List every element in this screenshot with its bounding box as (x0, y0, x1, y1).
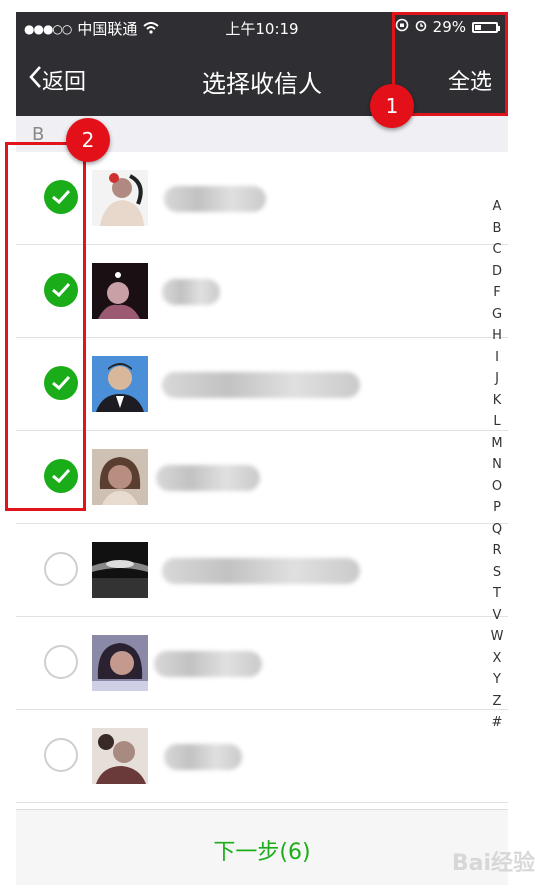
index-letter[interactable]: D (490, 261, 504, 283)
index-letter[interactable]: M (490, 433, 504, 455)
index-letter[interactable]: # (490, 712, 504, 734)
index-letter[interactable]: P (490, 497, 504, 519)
index-letter[interactable]: C (490, 239, 504, 261)
unchecked-circle-icon[interactable] (44, 552, 78, 586)
contact-name-blurred (162, 558, 360, 584)
avatar (92, 170, 148, 226)
contact-name-blurred (154, 651, 262, 677)
annotation-badge-2: 2 (66, 118, 110, 162)
contact-row[interactable] (16, 245, 508, 338)
index-letter[interactable]: G (490, 304, 504, 326)
alphabet-index[interactable]: A B C D F G H I J K L M N O P Q R S T V W X Y Z # (490, 196, 504, 734)
contact-row[interactable] (16, 152, 508, 245)
avatar (92, 356, 148, 412)
avatar (92, 449, 148, 505)
contact-list (16, 152, 508, 803)
index-letter[interactable]: O (490, 476, 504, 498)
contact-name-blurred (164, 744, 242, 770)
index-letter[interactable]: S (490, 562, 504, 584)
annotation-box-2 (5, 142, 86, 511)
contact-name-blurred (162, 279, 220, 305)
index-letter[interactable]: H (490, 325, 504, 347)
next-step-button[interactable]: 下一步(6) (16, 834, 508, 866)
contact-row[interactable] (16, 338, 508, 431)
index-letter[interactable]: F (490, 282, 504, 304)
index-letter[interactable]: T (490, 583, 504, 605)
unchecked-circle-icon[interactable] (44, 645, 78, 679)
contact-name-blurred (162, 372, 360, 398)
contact-name-blurred (156, 465, 260, 491)
contact-row[interactable] (16, 617, 508, 710)
avatar (92, 263, 148, 319)
index-letter[interactable]: L (490, 411, 504, 433)
index-letter[interactable]: J (490, 368, 504, 390)
index-letter[interactable]: V (490, 605, 504, 627)
unchecked-circle-icon[interactable] (44, 738, 78, 772)
watermark: Bai经验 (451, 851, 535, 876)
avatar (92, 728, 148, 784)
bottom-bar: 下一步(6) (16, 809, 508, 885)
index-letter[interactable]: B (490, 218, 504, 240)
avatar (92, 542, 148, 598)
contact-row[interactable] (16, 524, 508, 617)
index-letter[interactable]: N (490, 454, 504, 476)
index-letter[interactable]: Y (490, 669, 504, 691)
index-letter[interactable]: X (490, 648, 504, 670)
avatar (92, 635, 148, 691)
index-letter[interactable]: K (490, 390, 504, 412)
contact-row[interactable] (16, 431, 508, 524)
index-letter[interactable]: W (490, 626, 504, 648)
index-letter[interactable]: I (490, 347, 504, 369)
contact-row[interactable] (16, 710, 508, 803)
index-letter[interactable]: Z (490, 691, 504, 713)
contact-name-blurred (164, 186, 266, 212)
annotation-badge-1: 1 (370, 84, 414, 128)
index-letter[interactable]: R (490, 540, 504, 562)
index-letter[interactable]: Q (490, 519, 504, 541)
index-letter[interactable]: A (490, 196, 504, 218)
